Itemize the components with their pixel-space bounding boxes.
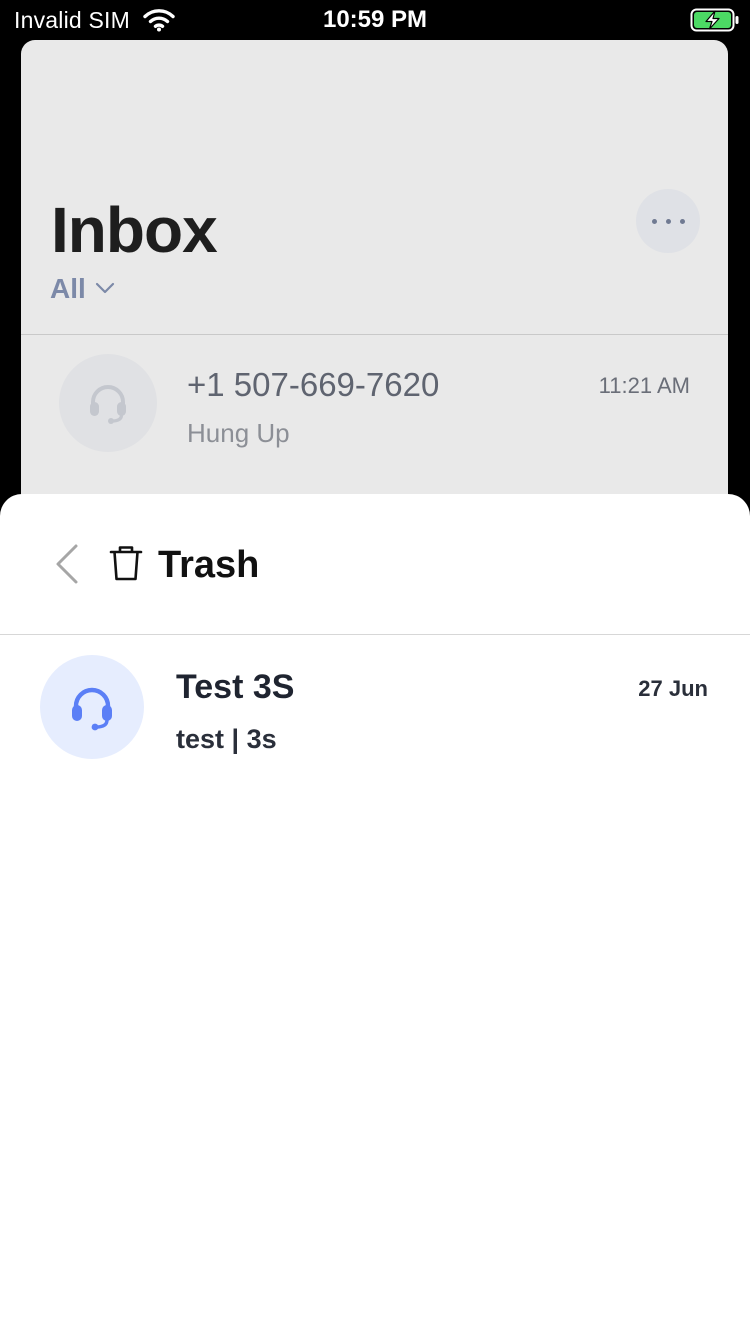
chevron-down-icon — [95, 282, 115, 294]
headset-icon — [90, 385, 126, 424]
sheet-title: Trash — [158, 544, 260, 586]
table-row[interactable]: Test 3S test | 3s 27 Jun — [0, 635, 750, 775]
inbox-screen: Inbox All +1 507-669-7620 Hung Up 11:21 … — [21, 40, 728, 510]
item-name: Test 3S — [176, 668, 295, 706]
trash-icon — [109, 546, 143, 581]
trash-sheet: Trash Test 3S test | 3s 27 Jun — [0, 494, 750, 1334]
list-item[interactable]: +1 507-669-7620 Hung Up 11:21 AM — [21, 335, 728, 510]
page-title: Inbox — [51, 194, 218, 266]
avatar — [40, 655, 144, 759]
status-time: 10:59 PM — [322, 6, 428, 33]
more-options-button[interactable] — [636, 189, 700, 253]
item-detail: test | 3s — [176, 724, 277, 754]
item-date: 27 Jun — [638, 676, 708, 701]
filter-dropdown[interactable]: All — [50, 272, 115, 306]
call-time: 11:21 AM — [598, 373, 690, 398]
headset-icon — [72, 687, 112, 731]
caller-number: +1 507-669-7620 — [187, 366, 440, 403]
status-bar: Invalid SIM 10:59 PM — [0, 0, 750, 40]
chevron-left-icon[interactable] — [50, 542, 82, 586]
ellipsis-icon — [652, 219, 657, 224]
call-status: Hung Up — [187, 418, 290, 448]
filter-label: All — [50, 273, 86, 304]
battery-charging-icon — [690, 8, 739, 32]
avatar — [59, 354, 157, 452]
